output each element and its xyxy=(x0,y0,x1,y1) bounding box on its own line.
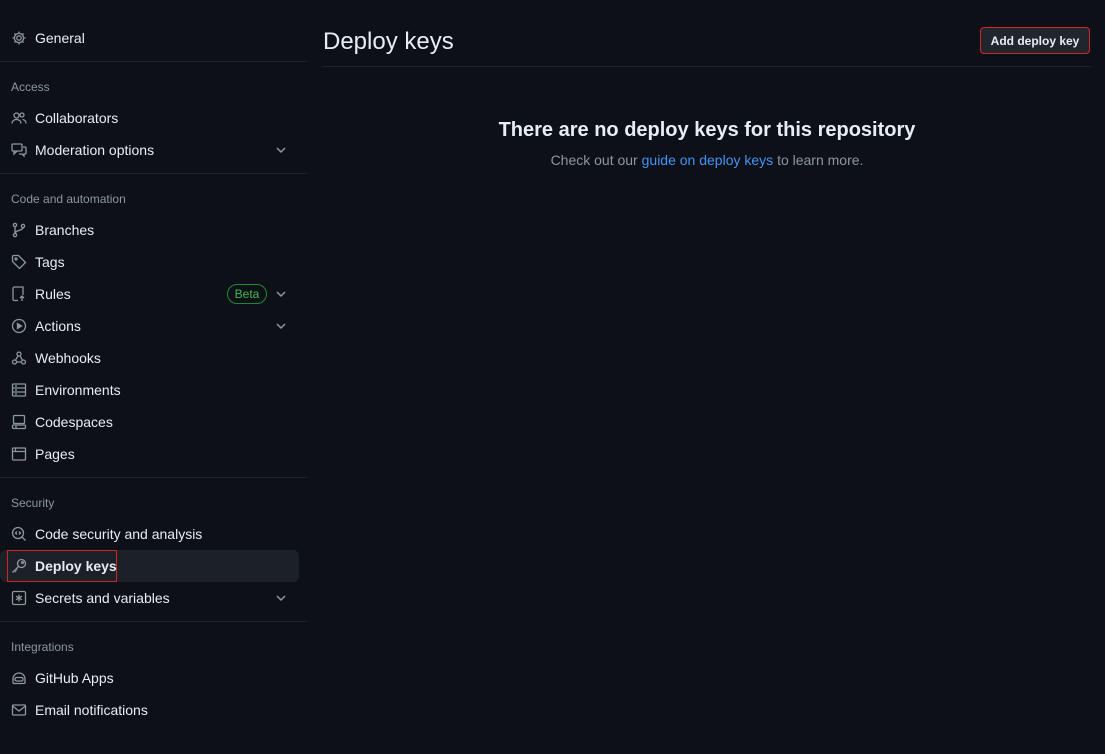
repo-push-icon xyxy=(11,286,27,302)
sidebar-item-email-notifications[interactable]: Email notifications xyxy=(0,694,299,726)
blankslate-suffix: to learn more. xyxy=(777,152,864,168)
chevron-down-icon[interactable] xyxy=(273,590,289,606)
sidebar-item-label: Pages xyxy=(35,446,75,462)
chevron-down-icon[interactable] xyxy=(273,318,289,334)
sidebar-item-label: Email notifications xyxy=(35,702,148,718)
webhook-icon xyxy=(11,350,27,366)
sidebar-item-webhooks[interactable]: Webhooks xyxy=(0,342,299,374)
sidebar-item-deploy-keys[interactable]: Deploy keys xyxy=(0,550,299,582)
sidebar-item-code-security[interactable]: Code security and analysis xyxy=(0,518,299,550)
git-branch-icon xyxy=(11,222,27,238)
sidebar-item-label: Webhooks xyxy=(35,350,101,366)
group-title-security: Security xyxy=(11,496,55,510)
comment-discussion-icon xyxy=(11,142,27,158)
key-icon xyxy=(11,558,27,574)
sidebar-item-label: Collaborators xyxy=(35,110,119,126)
sidebar-item-label: Branches xyxy=(35,222,95,238)
header-divider xyxy=(323,66,1091,67)
browser-icon xyxy=(11,446,27,462)
settings-sidebar: General Access Collaborators Moderation … xyxy=(0,0,307,754)
sidebar-divider xyxy=(0,621,307,622)
codespaces-icon xyxy=(11,414,27,430)
sidebar-item-github-apps[interactable]: GitHub Apps xyxy=(0,662,299,694)
sidebar-item-label: Environments xyxy=(35,382,121,398)
blankslate-heading: There are no deploy keys for this reposi… xyxy=(498,119,916,141)
tag-icon xyxy=(11,254,27,270)
page-title: Deploy keys xyxy=(323,28,454,55)
sidebar-item-label: Actions xyxy=(35,318,81,334)
sidebar-item-pages[interactable]: Pages xyxy=(0,438,299,470)
sidebar-item-tags[interactable]: Tags xyxy=(0,246,299,278)
apps-icon xyxy=(11,670,27,686)
sidebar-item-label: Moderation options xyxy=(35,142,155,158)
blankslate-description: Check out our guide on deploy keys to le… xyxy=(323,152,1091,168)
chevron-down-icon[interactable] xyxy=(273,142,289,158)
sidebar-item-label: Code security and analysis xyxy=(35,526,203,542)
sidebar-item-rules[interactable]: Rules Beta xyxy=(0,278,299,310)
group-title-access: Access xyxy=(11,80,50,94)
codescan-icon xyxy=(11,526,27,542)
chevron-down-icon[interactable] xyxy=(273,286,289,302)
add-deploy-key-button[interactable]: Add deploy key xyxy=(980,27,1090,54)
sidebar-item-label: Rules xyxy=(35,286,71,302)
sidebar-item-actions[interactable]: Actions xyxy=(0,310,299,342)
group-title-integrations: Integrations xyxy=(11,640,74,654)
deploy-keys-guide-link[interactable]: guide on deploy keys xyxy=(642,152,774,168)
sidebar-item-secrets[interactable]: Secrets and variables xyxy=(0,582,299,614)
blankslate-prefix: Check out our xyxy=(550,152,638,168)
mail-icon xyxy=(11,702,27,718)
sidebar-item-label: Secrets and variables xyxy=(35,590,170,606)
sidebar-item-label: GitHub Apps xyxy=(35,670,114,686)
sidebar-item-label: Deploy keys xyxy=(35,558,117,574)
sidebar-item-branches[interactable]: Branches xyxy=(0,214,299,246)
sidebar-divider xyxy=(0,477,307,478)
people-icon xyxy=(11,110,27,126)
sidebar-item-label: General xyxy=(35,30,85,46)
sidebar-item-environments[interactable]: Environments xyxy=(0,374,299,406)
sidebar-item-codespaces[interactable]: Codespaces xyxy=(0,406,299,438)
sidebar-item-general[interactable]: General xyxy=(0,22,299,54)
gear-icon xyxy=(11,30,27,46)
beta-badge: Beta xyxy=(227,284,267,304)
sidebar-item-collaborators[interactable]: Collaborators xyxy=(0,102,299,134)
server-icon xyxy=(11,382,27,398)
sidebar-item-moderation[interactable]: Moderation options xyxy=(0,134,299,166)
sidebar-item-label: Tags xyxy=(35,254,65,270)
sidebar-divider xyxy=(0,61,307,62)
sidebar-item-label: Codespaces xyxy=(35,414,113,430)
sidebar-divider xyxy=(0,173,307,174)
main-content: Deploy keys Add deploy key There are no … xyxy=(323,0,1091,754)
play-icon xyxy=(11,318,27,334)
key-asterisk-icon xyxy=(11,590,27,606)
group-title-code-automation: Code and automation xyxy=(11,192,126,206)
